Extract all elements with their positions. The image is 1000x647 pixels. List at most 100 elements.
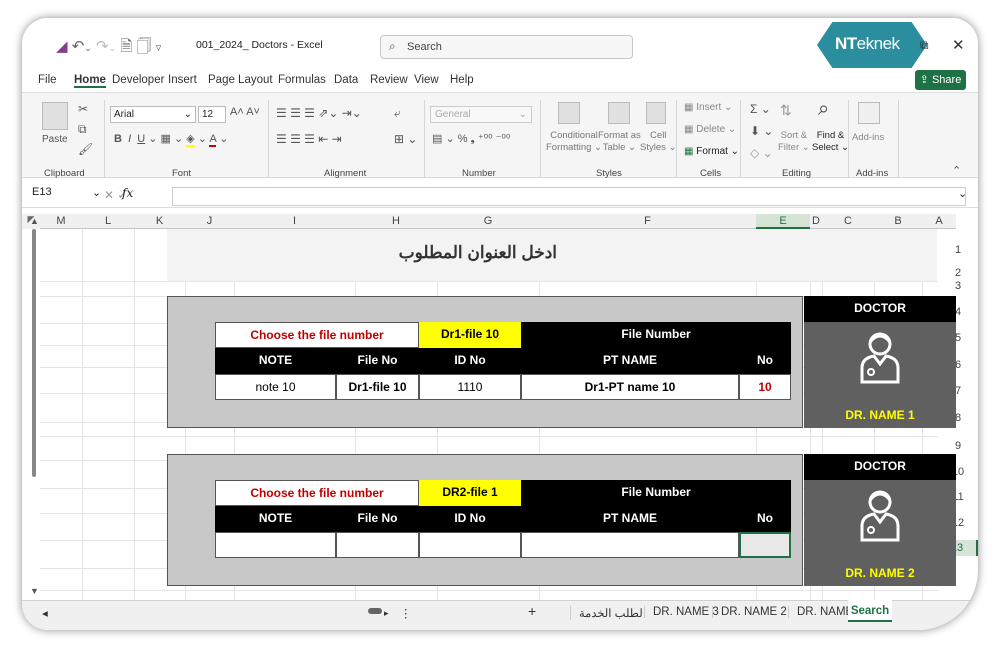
menu-developer[interactable]: Developer: [112, 74, 164, 86]
autosave-icon[interactable]: ◢: [56, 38, 68, 55]
menu-help[interactable]: Help: [450, 74, 474, 86]
cell-note[interactable]: [215, 532, 336, 558]
tab-options-icon[interactable]: ⋮: [400, 606, 412, 620]
scroll-down-icon[interactable]: ▼: [30, 586, 39, 596]
vertical-scrollbar[interactable]: [32, 229, 36, 477]
align-top-icons[interactable]: ☰ ☰ ☰ ⇗⌄ ⇥⌄: [276, 106, 362, 120]
copy-icon[interactable]: ⧉: [78, 122, 87, 137]
menu-formulas[interactable]: Formulas: [278, 74, 326, 86]
column-header-h[interactable]: H: [355, 214, 437, 229]
column-header-d[interactable]: D: [810, 214, 822, 229]
formula-input[interactable]: [172, 187, 966, 206]
cell-no[interactable]: [739, 532, 791, 558]
print-preview-icon[interactable]: 🗎: [120, 38, 132, 55]
scroll-right-icon[interactable]: ▸: [384, 608, 389, 619]
cut-icon[interactable]: ✂: [78, 102, 88, 116]
row-header-3[interactable]: 3: [938, 278, 978, 294]
row-header-9[interactable]: 9: [938, 438, 978, 454]
sheet-tab[interactable]: لطلب الخدمة: [570, 606, 643, 620]
column-header-b[interactable]: B: [874, 214, 922, 229]
row-header-1[interactable]: 1: [938, 242, 978, 258]
find-select-icon[interactable]: ⌕: [818, 98, 829, 121]
delete-cells-button[interactable]: ▦ Delete ⌄: [684, 124, 736, 135]
menu-data[interactable]: Data: [334, 74, 358, 86]
add-ins-icon[interactable]: [858, 102, 880, 124]
collapse-ribbon-icon[interactable]: ⌃: [952, 164, 961, 177]
horizontal-scroll-thumb[interactable]: [368, 608, 382, 614]
autosum-icon[interactable]: Σ ⌄: [750, 102, 771, 116]
column-header-e[interactable]: E: [756, 214, 810, 229]
menu-insert[interactable]: Insert: [168, 74, 197, 86]
restore-icon[interactable]: ⧉: [920, 38, 929, 53]
expand-formula-icon[interactable]: ⌄: [958, 187, 967, 200]
cell-note[interactable]: note 10: [215, 374, 336, 400]
number-format-icons[interactable]: ▤ ⌄ % ❟ ⁺⁰⁰ ⁻⁰⁰: [432, 132, 510, 146]
cell-id-no[interactable]: 1110: [419, 374, 521, 400]
menu-review[interactable]: Review: [370, 74, 408, 86]
sheet-tab[interactable]: DR. NAME 3: [644, 606, 719, 618]
menu-home[interactable]: Home: [74, 74, 106, 88]
name-box[interactable]: E13 ⌄: [32, 186, 101, 206]
add-ins-button[interactable]: Add-ins: [852, 132, 884, 143]
column-header-l[interactable]: L: [82, 214, 134, 229]
scroll-up-icon[interactable]: ▲: [30, 216, 39, 226]
column-header-k[interactable]: K: [134, 214, 185, 229]
share-button[interactable]: ⇪ Share ⌄: [915, 70, 966, 106]
insert-function-icon[interactable]: fx: [122, 186, 133, 200]
cell-pt-name[interactable]: Dr1-PT name 10: [521, 374, 739, 400]
selected-file-dropdown[interactable]: DR2-file 1: [419, 480, 521, 506]
number-format-select[interactable]: General ⌄: [430, 106, 532, 123]
separator: [848, 100, 849, 178]
wrap-text-icon[interactable]: ⤶: [394, 106, 401, 121]
customize-qa-icon[interactable]: ▿: [156, 42, 162, 54]
cell-id-no[interactable]: [419, 532, 521, 558]
clear-icon[interactable]: ◇ ⌄: [750, 146, 773, 160]
font-style-icons[interactable]: B I U ⌄ ▦ ⌄ ◈ ⌄ A ⌄: [114, 132, 229, 147]
font-grow-shrink-icons[interactable]: A˄ A˅: [230, 106, 260, 118]
cell-file-no[interactable]: Dr1-file 10: [336, 374, 419, 400]
paste-button[interactable]: Paste: [42, 134, 68, 145]
insert-cells-button[interactable]: ▦ Insert ⌄: [684, 102, 732, 113]
column-header-a[interactable]: A: [922, 214, 956, 229]
find-select-button[interactable]: Find & Select ⌄: [812, 130, 849, 154]
menu-page-layout[interactable]: Page Layout: [208, 74, 273, 86]
align-horizontal-icons[interactable]: ☰ ☰ ☰ ⇤ ⇥: [276, 132, 342, 146]
column-header-j[interactable]: J: [185, 214, 234, 229]
cell-file-no[interactable]: [336, 532, 419, 558]
paste-icon[interactable]: [42, 102, 68, 130]
format-as-table-icon[interactable]: [608, 102, 630, 124]
tab-scroll-left-icon[interactable]: ◂: [42, 606, 48, 620]
undo-icon[interactable]: ↶: [72, 38, 85, 55]
column-header-m[interactable]: M: [40, 214, 82, 229]
font-name-select[interactable]: Arial ⌄: [110, 106, 196, 123]
format-as-table-button[interactable]: Format as Table ⌄: [598, 130, 641, 154]
column-header-c[interactable]: C: [822, 214, 874, 229]
format-cells-button[interactable]: ▦ Format ⌄: [684, 146, 739, 157]
tab-search[interactable]: Search: [848, 600, 892, 622]
column-header-i[interactable]: I: [234, 214, 355, 229]
sheet-tab[interactable]: DR. NAME 2: [712, 606, 787, 618]
font-size-select[interactable]: 12: [198, 106, 226, 123]
redo-icon[interactable]: ↷: [96, 38, 109, 55]
search-box[interactable]: ⌕ Search: [380, 35, 633, 59]
menu-file[interactable]: File: [38, 74, 57, 86]
conditional-formatting-icon[interactable]: [558, 102, 580, 124]
selected-file-dropdown[interactable]: Dr1-file 10: [419, 322, 521, 348]
copy-page-icon[interactable]: 🗍: [137, 38, 152, 55]
close-icon[interactable]: ✕: [952, 36, 965, 54]
cell-pt-name[interactable]: [521, 532, 739, 558]
doctor-label: DOCTOR: [804, 296, 956, 322]
fill-icon[interactable]: ⬇ ⌄: [750, 124, 773, 138]
sort-filter-button[interactable]: Sort & Filter ⌄: [778, 130, 810, 154]
format-painter-icon[interactable]: 🖌: [78, 142, 93, 156]
menu-view[interactable]: View: [414, 74, 439, 86]
add-sheet-button[interactable]: +: [528, 603, 536, 619]
cell-styles-icon[interactable]: [646, 102, 666, 124]
cell-styles-button[interactable]: Cell Styles ⌄: [640, 130, 676, 154]
merge-center-icon[interactable]: ⊞ ⌄: [394, 132, 417, 146]
column-header-g[interactable]: G: [437, 214, 539, 229]
cell-no[interactable]: 10: [739, 374, 791, 400]
sort-filter-icon[interactable]: ⇅: [780, 102, 792, 119]
column-header-f[interactable]: F: [539, 214, 756, 229]
conditional-formatting-button[interactable]: Conditional Formatting ⌄: [546, 130, 602, 154]
